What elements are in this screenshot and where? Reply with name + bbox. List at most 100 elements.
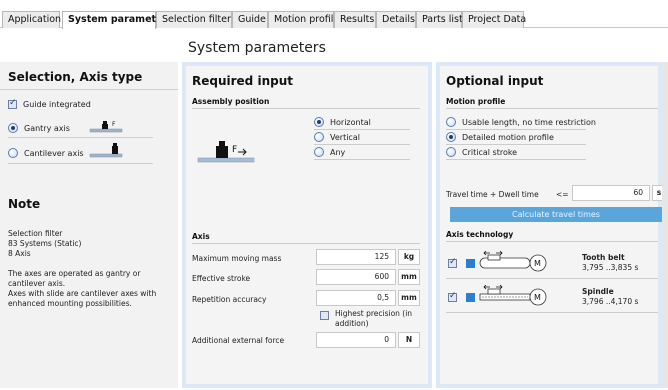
gantry-axis-option[interactable]: Gantry axis: [8, 123, 70, 133]
radio-icon[interactable]: [314, 147, 324, 157]
divider: [446, 278, 658, 279]
force-label: F: [232, 145, 237, 155]
highest-precision-label: Highest precision (in addition): [335, 309, 413, 328]
accuracy-unit: mm: [398, 290, 420, 306]
tab-guide[interactable]: Guide: [232, 11, 268, 28]
tab-system-parameters[interactable]: System parameters: [62, 11, 173, 29]
divider: [446, 312, 658, 313]
spindle-checkbox[interactable]: [448, 291, 457, 302]
left-panel: Selection, Axis type Guide integrated Ga…: [0, 62, 178, 388]
checkbox-icon[interactable]: [8, 98, 17, 109]
horizontal-label: Horizontal: [330, 117, 371, 127]
tab-details[interactable]: Details: [376, 11, 416, 28]
radio-icon[interactable]: [8, 123, 18, 133]
tab-motion-profile[interactable]: Motion profile: [268, 11, 339, 28]
mass-unit: kg: [398, 249, 420, 265]
cantilever-axis-label: Cantilever axis: [24, 148, 84, 158]
usable-length-label: Usable length, no time restriction: [462, 117, 596, 127]
travel-time-input[interactable]: 60: [572, 185, 650, 201]
tooth-belt-color-swatch: [466, 259, 475, 268]
motion-option-usable-length[interactable]: Usable length, no time restriction: [446, 117, 596, 127]
tab-bar: Application System parameters Selection …: [0, 0, 668, 29]
radio-icon[interactable]: [446, 132, 456, 142]
radio-icon[interactable]: [446, 117, 456, 127]
calculate-travel-times-button[interactable]: Calculate travel times: [450, 207, 662, 222]
spindle-range: 3,796 ..4,170 s: [582, 297, 639, 306]
force-label: F: [112, 121, 116, 128]
accuracy-input[interactable]: 0,5: [316, 290, 396, 306]
axis-technology-label: Axis technology: [446, 230, 514, 239]
mass-label: Maximum moving mass: [192, 254, 282, 263]
spindle-name: Spindle: [582, 287, 614, 296]
motion-option-critical-stroke[interactable]: Critical stroke: [446, 147, 517, 157]
travel-time-operator: <=: [556, 190, 569, 199]
travel-time-label: Travel time + Dwell time: [446, 190, 539, 199]
motor-label: M: [534, 259, 541, 268]
tab-parts-list[interactable]: Parts list: [416, 11, 463, 28]
optional-input-panel: Optional input Motion profile Usable len…: [436, 62, 666, 388]
note-line-3: 8 Axis: [8, 249, 31, 258]
cantilever-axis-icon: [89, 143, 123, 158]
stroke-label: Effective stroke: [192, 274, 251, 283]
divider: [446, 144, 586, 145]
radio-icon[interactable]: [8, 148, 18, 158]
divider: [8, 137, 153, 138]
accuracy-label: Repetition accuracy: [192, 295, 267, 304]
tooth-belt-icon: M: [479, 250, 547, 272]
note-line-2: 83 Systems (Static): [8, 239, 82, 248]
stroke-unit: mm: [398, 269, 420, 285]
guide-integrated-label: Guide integrated: [23, 100, 91, 109]
motion-option-detailed[interactable]: Detailed motion profile: [446, 132, 554, 142]
divider: [8, 163, 153, 164]
vertical-scrollbar[interactable]: [662, 62, 668, 388]
spindle-color-swatch: [466, 293, 475, 302]
note-paragraph-1: The axes are operated as gantry or canti…: [8, 269, 141, 288]
tab-project-data[interactable]: Project Data: [462, 11, 526, 28]
checkbox-icon[interactable]: [320, 311, 329, 320]
external-force-unit: N: [398, 332, 420, 348]
divider: [192, 243, 420, 244]
tab-application[interactable]: Application: [2, 11, 61, 28]
radio-icon[interactable]: [314, 117, 324, 127]
motion-profile-label: Motion profile: [446, 97, 506, 106]
note-line-1: Selection filter: [8, 229, 63, 238]
required-input-title: Required input: [192, 74, 293, 88]
radio-icon[interactable]: [314, 132, 324, 142]
assembly-any-option[interactable]: Any: [314, 147, 345, 157]
critical-stroke-label: Critical stroke: [462, 147, 518, 157]
detailed-profile-label: Detailed motion profile: [462, 132, 554, 142]
assembly-position-label: Assembly position: [192, 97, 270, 106]
cantilever-axis-option[interactable]: Cantilever axis: [8, 148, 84, 158]
any-label: Any: [330, 147, 346, 157]
divider: [446, 129, 586, 130]
note-paragraph-2: Axes with slide are cantilever axes with…: [8, 289, 157, 308]
tooth-belt-name: Tooth belt: [582, 253, 625, 262]
external-force-input[interactable]: 0: [316, 332, 396, 348]
optional-input-title: Optional input: [446, 74, 544, 88]
highest-precision-checkbox[interactable]: Highest precision (in addition): [320, 309, 415, 328]
gantry-axis-icon: F: [89, 121, 123, 133]
divider: [192, 108, 420, 109]
divider: [314, 159, 410, 160]
mass-input[interactable]: 125: [316, 249, 396, 265]
divider: [314, 129, 410, 130]
tab-results[interactable]: Results: [334, 11, 376, 28]
assembly-horizontal-option[interactable]: Horizontal: [314, 117, 371, 127]
tooth-belt-range: 3,795 ..3,835 s: [582, 263, 639, 272]
divider: [446, 108, 658, 109]
tab-selection-filter[interactable]: Selection filter: [156, 11, 232, 28]
radio-icon[interactable]: [446, 147, 456, 157]
stroke-input[interactable]: 600: [316, 269, 396, 285]
divider: [446, 159, 586, 160]
axis-type-title: Selection, Axis type: [8, 70, 143, 84]
gantry-axis-label: Gantry axis: [24, 123, 70, 133]
motor-label: M: [534, 293, 541, 302]
required-input-panel: Required input Assembly position F Horiz…: [182, 62, 432, 388]
spindle-icon: M: [479, 284, 547, 306]
divider: [446, 241, 658, 242]
assembly-vertical-option[interactable]: Vertical: [314, 132, 360, 142]
tooth-belt-checkbox[interactable]: [448, 257, 457, 268]
guide-integrated-checkbox[interactable]: Guide integrated: [8, 98, 91, 109]
vertical-label: Vertical: [330, 132, 360, 142]
note-title: Note: [8, 197, 41, 211]
